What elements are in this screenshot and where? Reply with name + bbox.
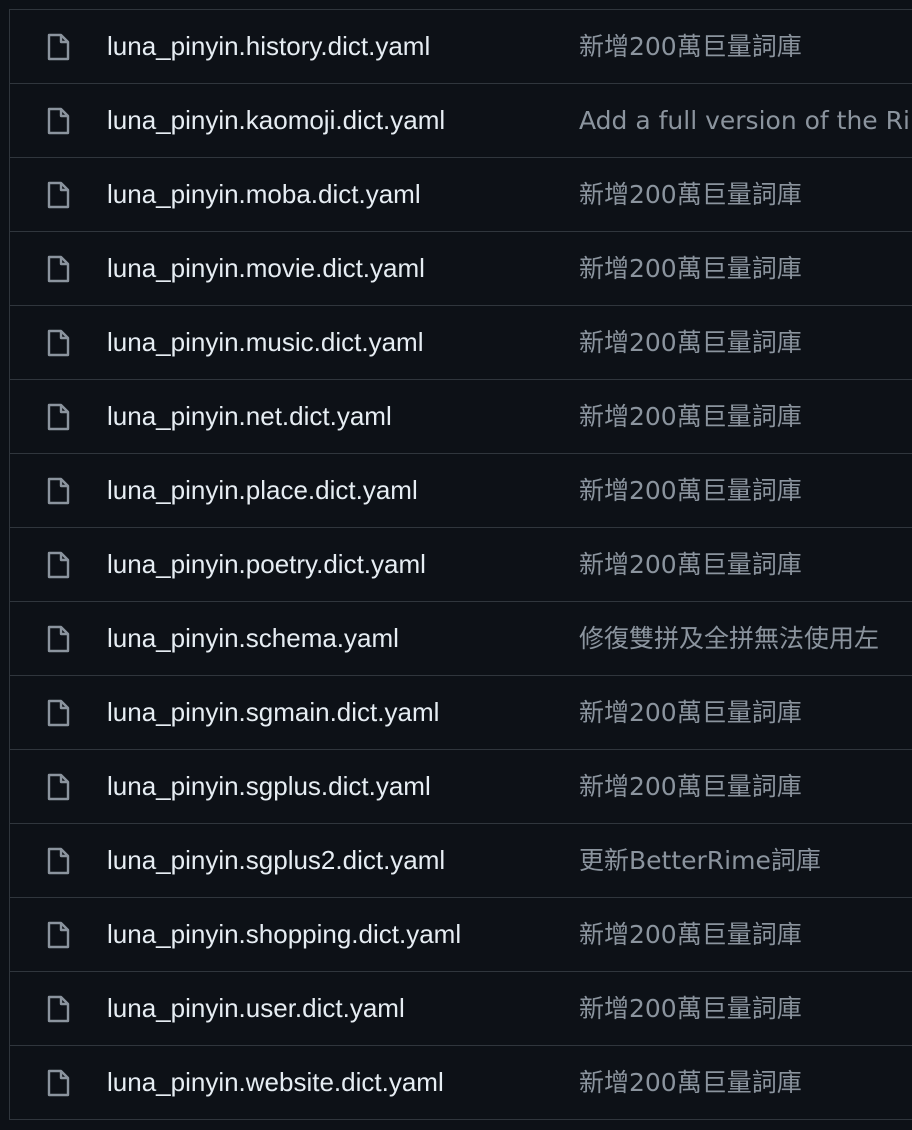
commit-message-link[interactable]: 新增200萬巨量詞庫 [579, 10, 802, 83]
file-name-link[interactable]: luna_pinyin.music.dict.yaml [107, 306, 423, 379]
file-name-link[interactable]: luna_pinyin.schema.yaml [107, 602, 399, 675]
file-name-link[interactable]: luna_pinyin.movie.dict.yaml [107, 232, 425, 305]
commit-message-link[interactable]: 新增200萬巨量詞庫 [579, 1046, 802, 1119]
commit-message-link[interactable]: 新增200萬巨量詞庫 [579, 676, 802, 749]
file-row[interactable]: luna_pinyin.poetry.dict.yaml 新增200萬巨量詞庫 [10, 528, 912, 602]
file-name-link[interactable]: luna_pinyin.place.dict.yaml [107, 454, 418, 527]
file-icon [46, 180, 72, 210]
commit-message-link[interactable]: 修復雙拼及全拼無法使用左 [579, 602, 879, 675]
file-icon [46, 402, 72, 432]
file-icon [46, 994, 72, 1024]
file-row[interactable]: luna_pinyin.schema.yaml 修復雙拼及全拼無法使用左 [10, 602, 912, 676]
file-row[interactable]: luna_pinyin.website.dict.yaml 新增200萬巨量詞庫 [10, 1046, 912, 1120]
file-row[interactable]: luna_pinyin.net.dict.yaml 新增200萬巨量詞庫 [10, 380, 912, 454]
file-icon [46, 106, 72, 136]
file-name-link[interactable]: luna_pinyin.net.dict.yaml [107, 380, 392, 453]
file-row[interactable]: luna_pinyin.music.dict.yaml 新增200萬巨量詞庫 [10, 306, 912, 380]
file-row[interactable]: luna_pinyin.history.dict.yaml 新增200萬巨量詞庫 [10, 10, 912, 84]
file-name-link[interactable]: luna_pinyin.sgmain.dict.yaml [107, 676, 439, 749]
commit-message-link[interactable]: 新增200萬巨量詞庫 [579, 528, 802, 601]
file-row[interactable]: luna_pinyin.sgmain.dict.yaml 新增200萬巨量詞庫 [10, 676, 912, 750]
file-row[interactable]: luna_pinyin.place.dict.yaml 新增200萬巨量詞庫 [10, 454, 912, 528]
file-icon [46, 698, 72, 728]
file-icon [46, 550, 72, 580]
file-name-link[interactable]: luna_pinyin.sgplus2.dict.yaml [107, 824, 445, 897]
file-icon [46, 254, 72, 284]
file-name-link[interactable]: luna_pinyin.poetry.dict.yaml [107, 528, 426, 601]
file-row[interactable]: luna_pinyin.user.dict.yaml 新增200萬巨量詞庫 [10, 972, 912, 1046]
file-icon [46, 32, 72, 62]
file-icon [46, 476, 72, 506]
file-icon [46, 328, 72, 358]
file-row[interactable]: luna_pinyin.sgplus.dict.yaml 新增200萬巨量詞庫 [10, 750, 912, 824]
file-list: luna_pinyin.history.dict.yaml 新增200萬巨量詞庫… [9, 9, 912, 1120]
file-row[interactable]: luna_pinyin.sgplus2.dict.yaml 更新BetterRi… [10, 824, 912, 898]
commit-message-link[interactable]: 更新BetterRime詞庫 [579, 824, 821, 897]
file-icon [46, 772, 72, 802]
commit-message-link[interactable]: 新增200萬巨量詞庫 [579, 380, 802, 453]
commit-message-link[interactable]: 新增200萬巨量詞庫 [579, 306, 802, 379]
file-name-link[interactable]: luna_pinyin.history.dict.yaml [107, 10, 430, 83]
file-row[interactable]: luna_pinyin.kaomoji.dict.yaml Add a full… [10, 84, 912, 158]
file-name-link[interactable]: luna_pinyin.kaomoji.dict.yaml [107, 84, 445, 157]
commit-message-link[interactable]: 新增200萬巨量詞庫 [579, 972, 802, 1045]
file-name-link[interactable]: luna_pinyin.user.dict.yaml [107, 972, 405, 1045]
file-icon [46, 1068, 72, 1098]
file-icon [46, 920, 72, 950]
commit-message-link[interactable]: 新增200萬巨量詞庫 [579, 454, 802, 527]
file-row[interactable]: luna_pinyin.shopping.dict.yaml 新增200萬巨量詞… [10, 898, 912, 972]
file-row[interactable]: luna_pinyin.moba.dict.yaml 新增200萬巨量詞庫 [10, 158, 912, 232]
file-row[interactable]: luna_pinyin.movie.dict.yaml 新增200萬巨量詞庫 [10, 232, 912, 306]
file-name-link[interactable]: luna_pinyin.shopping.dict.yaml [107, 898, 461, 971]
file-icon [46, 624, 72, 654]
file-name-link[interactable]: luna_pinyin.website.dict.yaml [107, 1046, 444, 1119]
commit-message-link[interactable]: 新增200萬巨量詞庫 [579, 898, 802, 971]
commit-message-link[interactable]: 新增200萬巨量詞庫 [579, 158, 802, 231]
commit-message-link[interactable]: Add a full version of the Ri [579, 84, 910, 157]
commit-message-link[interactable]: 新增200萬巨量詞庫 [579, 750, 802, 823]
file-name-link[interactable]: luna_pinyin.moba.dict.yaml [107, 158, 421, 231]
file-name-link[interactable]: luna_pinyin.sgplus.dict.yaml [107, 750, 431, 823]
file-icon [46, 846, 72, 876]
commit-message-link[interactable]: 新增200萬巨量詞庫 [579, 232, 802, 305]
